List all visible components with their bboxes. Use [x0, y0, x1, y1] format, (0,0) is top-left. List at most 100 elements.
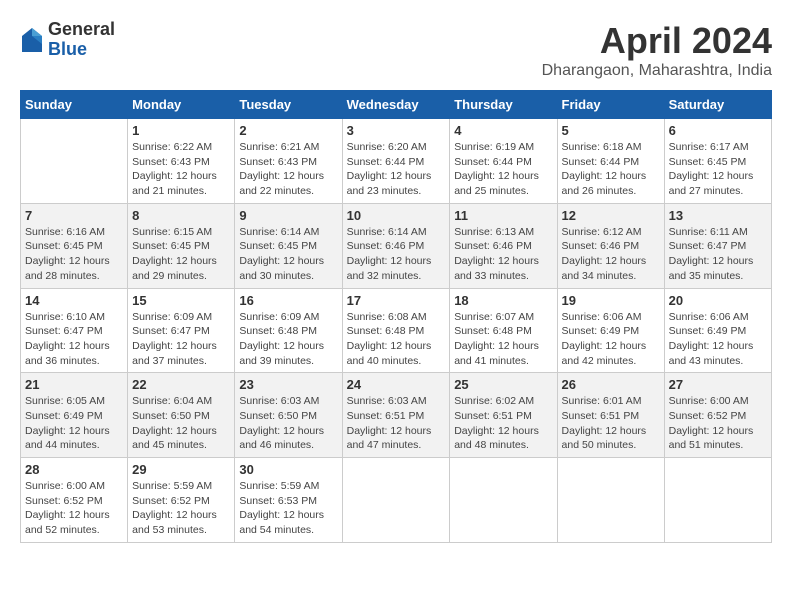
- subtitle: Dharangaon, Maharashtra, India: [542, 62, 772, 80]
- day-info: Sunrise: 6:16 AM Sunset: 6:45 PM Dayligh…: [25, 225, 123, 284]
- calendar-cell: 23 Sunrise: 6:03 AM Sunset: 6:50 PM Dayli…: [235, 373, 342, 458]
- calendar-cell: 3Sunrise: 6:20 AM Sunset: 6:44 PM Daylig…: [342, 119, 450, 204]
- calendar-cell: [450, 458, 557, 543]
- day-number: 20: [669, 293, 767, 308]
- day-info: Sunrise: 6:03 AM Sunset: 6:51 PM Dayligh…: [347, 394, 446, 453]
- day-number: 28: [25, 462, 123, 477]
- day-info: Sunrise: 6:07 AM Sunset: 6:48 PM Dayligh…: [454, 310, 552, 369]
- day-number: 29: [132, 462, 230, 477]
- main-title: April 2024: [542, 20, 772, 62]
- day-number: 3: [347, 123, 446, 138]
- day-info: Sunrise: 6:21 AM Sunset: 6:43 PM Dayligh…: [239, 140, 337, 199]
- day-number: 8: [132, 208, 230, 223]
- calendar-week: 14Sunrise: 6:10 AM Sunset: 6:47 PM Dayli…: [21, 288, 772, 373]
- calendar-body: 1 Sunrise: 6:22 AM Sunset: 6:43 PM Daylig…: [21, 119, 772, 543]
- day-number: 5: [562, 123, 660, 138]
- calendar-cell: 1 Sunrise: 6:22 AM Sunset: 6:43 PM Daylig…: [128, 119, 235, 204]
- calendar-cell: 21Sunrise: 6:05 AM Sunset: 6:49 PM Dayli…: [21, 373, 128, 458]
- day-number: 23: [239, 377, 337, 392]
- calendar-cell: [342, 458, 450, 543]
- day-info: Sunrise: 6:04 AM Sunset: 6:50 PM Dayligh…: [132, 394, 230, 453]
- calendar-cell: 30 Sunrise: 5:59 AM Sunset: 6:53 PM Dayli…: [235, 458, 342, 543]
- calendar-cell: 22 Sunrise: 6:04 AM Sunset: 6:50 PM Dayli…: [128, 373, 235, 458]
- calendar-cell: 18 Sunrise: 6:07 AM Sunset: 6:48 PM Dayli…: [450, 288, 557, 373]
- day-info: Sunrise: 6:14 AM Sunset: 6:45 PM Dayligh…: [239, 225, 337, 284]
- logo-general: General: [48, 20, 115, 40]
- day-number: 27: [669, 377, 767, 392]
- title-section: April 2024 Dharangaon, Maharashtra, Indi…: [542, 20, 772, 80]
- day-info: Sunrise: 6:01 AM Sunset: 6:51 PM Dayligh…: [562, 394, 660, 453]
- calendar-week: 21Sunrise: 6:05 AM Sunset: 6:49 PM Dayli…: [21, 373, 772, 458]
- day-info: Sunrise: 5:59 AM Sunset: 6:53 PM Dayligh…: [239, 479, 337, 538]
- calendar-cell: 26 Sunrise: 6:01 AM Sunset: 6:51 PM Dayli…: [557, 373, 664, 458]
- day-number: 13: [669, 208, 767, 223]
- day-number: 11: [454, 208, 552, 223]
- day-info: Sunrise: 6:03 AM Sunset: 6:50 PM Dayligh…: [239, 394, 337, 453]
- header-day: Wednesday: [342, 91, 450, 119]
- day-number: 9: [239, 208, 337, 223]
- calendar-cell: 24 Sunrise: 6:03 AM Sunset: 6:51 PM Dayli…: [342, 373, 450, 458]
- calendar-cell: 9 Sunrise: 6:14 AM Sunset: 6:45 PM Daylig…: [235, 203, 342, 288]
- calendar-cell: 29 Sunrise: 5:59 AM Sunset: 6:52 PM Dayli…: [128, 458, 235, 543]
- calendar-cell: 12 Sunrise: 6:12 AM Sunset: 6:46 PM Dayli…: [557, 203, 664, 288]
- day-info: Sunrise: 6:10 AM Sunset: 6:47 PM Dayligh…: [25, 310, 123, 369]
- calendar-week: 7 Sunrise: 6:16 AM Sunset: 6:45 PM Daylig…: [21, 203, 772, 288]
- day-number: 22: [132, 377, 230, 392]
- header-day: Sunday: [21, 91, 128, 119]
- header-day: Monday: [128, 91, 235, 119]
- day-info: Sunrise: 6:09 AM Sunset: 6:48 PM Dayligh…: [239, 310, 337, 369]
- calendar-week: 28 Sunrise: 6:00 AM Sunset: 6:52 PM Dayli…: [21, 458, 772, 543]
- day-number: 18: [454, 293, 552, 308]
- calendar-cell: 25Sunrise: 6:02 AM Sunset: 6:51 PM Dayli…: [450, 373, 557, 458]
- day-number: 19: [562, 293, 660, 308]
- logo-blue: Blue: [48, 40, 115, 60]
- calendar-cell: 10Sunrise: 6:14 AM Sunset: 6:46 PM Dayli…: [342, 203, 450, 288]
- calendar-cell: [21, 119, 128, 204]
- day-number: 12: [562, 208, 660, 223]
- header-row: SundayMondayTuesdayWednesdayThursdayFrid…: [21, 91, 772, 119]
- calendar-cell: 11 Sunrise: 6:13 AM Sunset: 6:46 PM Dayli…: [450, 203, 557, 288]
- day-info: Sunrise: 6:08 AM Sunset: 6:48 PM Dayligh…: [347, 310, 446, 369]
- day-number: 6: [669, 123, 767, 138]
- calendar-cell: 15 Sunrise: 6:09 AM Sunset: 6:47 PM Dayli…: [128, 288, 235, 373]
- day-number: 7: [25, 208, 123, 223]
- calendar-cell: 5Sunrise: 6:18 AM Sunset: 6:44 PM Daylig…: [557, 119, 664, 204]
- day-info: Sunrise: 6:00 AM Sunset: 6:52 PM Dayligh…: [25, 479, 123, 538]
- calendar-cell: 8 Sunrise: 6:15 AM Sunset: 6:45 PM Daylig…: [128, 203, 235, 288]
- logo: General Blue: [20, 20, 115, 60]
- day-number: 15: [132, 293, 230, 308]
- calendar-cell: [557, 458, 664, 543]
- day-number: 4: [454, 123, 552, 138]
- day-info: Sunrise: 6:12 AM Sunset: 6:46 PM Dayligh…: [562, 225, 660, 284]
- calendar: SundayMondayTuesdayWednesdayThursdayFrid…: [20, 90, 772, 543]
- day-info: Sunrise: 6:13 AM Sunset: 6:46 PM Dayligh…: [454, 225, 552, 284]
- calendar-header: SundayMondayTuesdayWednesdayThursdayFrid…: [21, 91, 772, 119]
- day-number: 30: [239, 462, 337, 477]
- calendar-cell: 16Sunrise: 6:09 AM Sunset: 6:48 PM Dayli…: [235, 288, 342, 373]
- logo-text: General Blue: [48, 20, 115, 60]
- day-info: Sunrise: 5:59 AM Sunset: 6:52 PM Dayligh…: [132, 479, 230, 538]
- calendar-cell: 4Sunrise: 6:19 AM Sunset: 6:44 PM Daylig…: [450, 119, 557, 204]
- calendar-cell: [664, 458, 771, 543]
- calendar-cell: 7 Sunrise: 6:16 AM Sunset: 6:45 PM Daylig…: [21, 203, 128, 288]
- day-info: Sunrise: 6:22 AM Sunset: 6:43 PM Dayligh…: [132, 140, 230, 199]
- header-day: Tuesday: [235, 91, 342, 119]
- calendar-cell: 14Sunrise: 6:10 AM Sunset: 6:47 PM Dayli…: [21, 288, 128, 373]
- calendar-cell: 27Sunrise: 6:00 AM Sunset: 6:52 PM Dayli…: [664, 373, 771, 458]
- page-header: General Blue April 2024 Dharangaon, Maha…: [20, 20, 772, 80]
- day-number: 1: [132, 123, 230, 138]
- calendar-cell: 19Sunrise: 6:06 AM Sunset: 6:49 PM Dayli…: [557, 288, 664, 373]
- header-day: Saturday: [664, 91, 771, 119]
- day-number: 21: [25, 377, 123, 392]
- day-info: Sunrise: 6:06 AM Sunset: 6:49 PM Dayligh…: [669, 310, 767, 369]
- calendar-cell: 2 Sunrise: 6:21 AM Sunset: 6:43 PM Daylig…: [235, 119, 342, 204]
- day-info: Sunrise: 6:15 AM Sunset: 6:45 PM Dayligh…: [132, 225, 230, 284]
- day-info: Sunrise: 6:11 AM Sunset: 6:47 PM Dayligh…: [669, 225, 767, 284]
- header-day: Thursday: [450, 91, 557, 119]
- logo-icon: [20, 26, 44, 54]
- day-number: 26: [562, 377, 660, 392]
- day-number: 24: [347, 377, 446, 392]
- day-info: Sunrise: 6:09 AM Sunset: 6:47 PM Dayligh…: [132, 310, 230, 369]
- calendar-week: 1 Sunrise: 6:22 AM Sunset: 6:43 PM Daylig…: [21, 119, 772, 204]
- day-number: 2: [239, 123, 337, 138]
